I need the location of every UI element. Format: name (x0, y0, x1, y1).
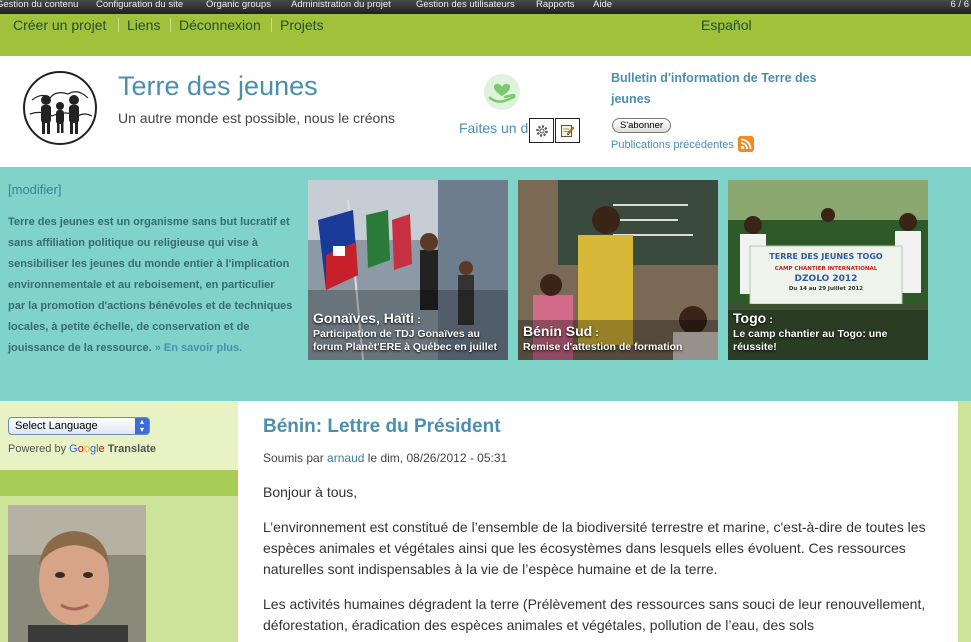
feature-description: Le camp chantier au Togo: une réussite! (733, 328, 888, 353)
settings-button[interactable] (529, 118, 554, 143)
article-meta: Soumis par arnaud le dim, 08/26/2012 - 0… (263, 451, 507, 465)
feature-caption: Togo : Le camp chantier au Togo: une réu… (733, 310, 923, 354)
admin-menu-content[interactable]: Gestion du contenu (0, 0, 78, 10)
modify-link[interactable]: [modifier] (8, 182, 61, 197)
feature-place[interactable]: Bénin Sud (523, 323, 592, 339)
edit-button[interactable] (555, 118, 580, 143)
read-more-link[interactable]: » En savoir plus. (155, 342, 242, 354)
newsletter-title: Bulletin d'information de Terre des jeun… (611, 71, 817, 106)
subscribe-button[interactable]: S'abonner (612, 118, 672, 133)
intro-text: Terre des jeunes est un organisme sans b… (8, 212, 293, 359)
nav-create-project[interactable]: Créer un projet (13, 17, 106, 33)
site-slogan: Un autre monde est possible, nous le cré… (118, 110, 396, 126)
svg-text:DZOLO 2012: DZOLO 2012 (795, 274, 858, 284)
profile-photo[interactable] (8, 505, 146, 642)
previous-publications-link[interactable]: Publications précédentes (611, 139, 734, 151)
site-logo[interactable] (22, 70, 98, 146)
feature-benin[interactable]: Bénin Sud : Remise d'attestion de format… (518, 180, 718, 360)
translate-block (0, 401, 238, 470)
heart-hand-icon[interactable] (483, 73, 521, 111)
admin-counter: 6 / 6 (950, 0, 970, 10)
feature-place[interactable]: Gonaïves, Haïti (313, 310, 414, 326)
site-header: Terre des jeunes Un autre monde est poss… (0, 56, 971, 167)
article-date: le dim, 08/26/2012 - 05:31 (367, 451, 508, 465)
google-logo-text[interactable]: Google (69, 443, 105, 455)
feature-caption: Gonaïves, Haïti : Participation de TDJ G… (313, 310, 503, 354)
submitted-prefix: Soumis par (263, 451, 324, 465)
primary-nav: Créer un projet Liens Déconnexion Projet… (0, 14, 971, 56)
svg-text:TERRE DES JEUNES TOGO: TERRE DES JEUNES TOGO (769, 252, 883, 261)
feature-togo[interactable]: TERRE DES JEUNES TOGO CAMP CHANTIER INTE… (728, 180, 928, 360)
admin-toolbar: Gestion du contenu Configuration du site… (0, 0, 971, 14)
article-title[interactable]: Bénin: Lettre du Président (263, 416, 501, 438)
nav-projects[interactable]: Projets (280, 17, 324, 33)
gear-icon (535, 124, 548, 137)
nav-separator (118, 18, 119, 32)
admin-menu-site-config[interactable]: Configuration du site (96, 0, 183, 10)
svg-text:Du 14 au 29 Juillet 2012: Du 14 au 29 Juillet 2012 (789, 286, 863, 292)
feature-place[interactable]: Togo (733, 310, 766, 326)
edit-note-icon (561, 125, 575, 137)
nav-separator (271, 18, 272, 32)
intro-description: Terre des jeunes est un organisme sans b… (8, 216, 293, 354)
feature-description: Remise d'attestion de formation (523, 341, 683, 353)
select-arrows-icon: ▴ ▾ (135, 418, 149, 434)
rss-icon[interactable] (738, 136, 754, 152)
nav-separator (170, 18, 171, 32)
feature-haiti[interactable]: Gonaïves, Haïti : Participation de TDJ G… (308, 180, 508, 360)
language-switch-spanish[interactable]: Español (701, 17, 752, 33)
feature-caption: Bénin Sud : Remise d'attestion de format… (523, 323, 713, 354)
article-paragraph: Les activités humaines dégradent la terr… (263, 596, 926, 633)
language-select[interactable]: Select Language ▴ ▾ (8, 417, 150, 435)
sidebar-divider (0, 470, 238, 496)
admin-menu-project-admin[interactable]: Administration du projet (291, 0, 391, 10)
language-select-value: Select Language (15, 420, 98, 432)
article-paragraph: Bonjour à tous, (263, 484, 358, 500)
svg-text:CAMP CHANTIER INTERNATIONAL: CAMP CHANTIER INTERNATIONAL (775, 266, 878, 272)
site-title[interactable]: Terre des jeunes (118, 71, 318, 102)
donate-link[interactable]: Faites un d (459, 120, 528, 136)
admin-menu-users[interactable]: Gestion des utilisateurs (416, 0, 515, 10)
powered-by-label: Powered by (8, 443, 67, 455)
nav-logout[interactable]: Déconnexion (179, 17, 261, 33)
admin-menu-reports[interactable]: Rapports (536, 0, 575, 10)
translate-label[interactable]: Translate (108, 443, 156, 455)
author-link[interactable]: arnaud (327, 451, 364, 465)
article-paragraph: L’environnement est constitué de l’ensem… (263, 519, 926, 577)
powered-by-google: Powered by Google Translate (8, 443, 156, 455)
right-sidebar-edge (958, 401, 971, 642)
nav-links[interactable]: Liens (127, 17, 160, 33)
admin-menu-help[interactable]: Aide (593, 0, 612, 10)
admin-menu-organic-groups[interactable]: Organic groups (206, 0, 271, 10)
feature-description: Participation de TDJ Gonaïves au forum P… (313, 328, 497, 353)
